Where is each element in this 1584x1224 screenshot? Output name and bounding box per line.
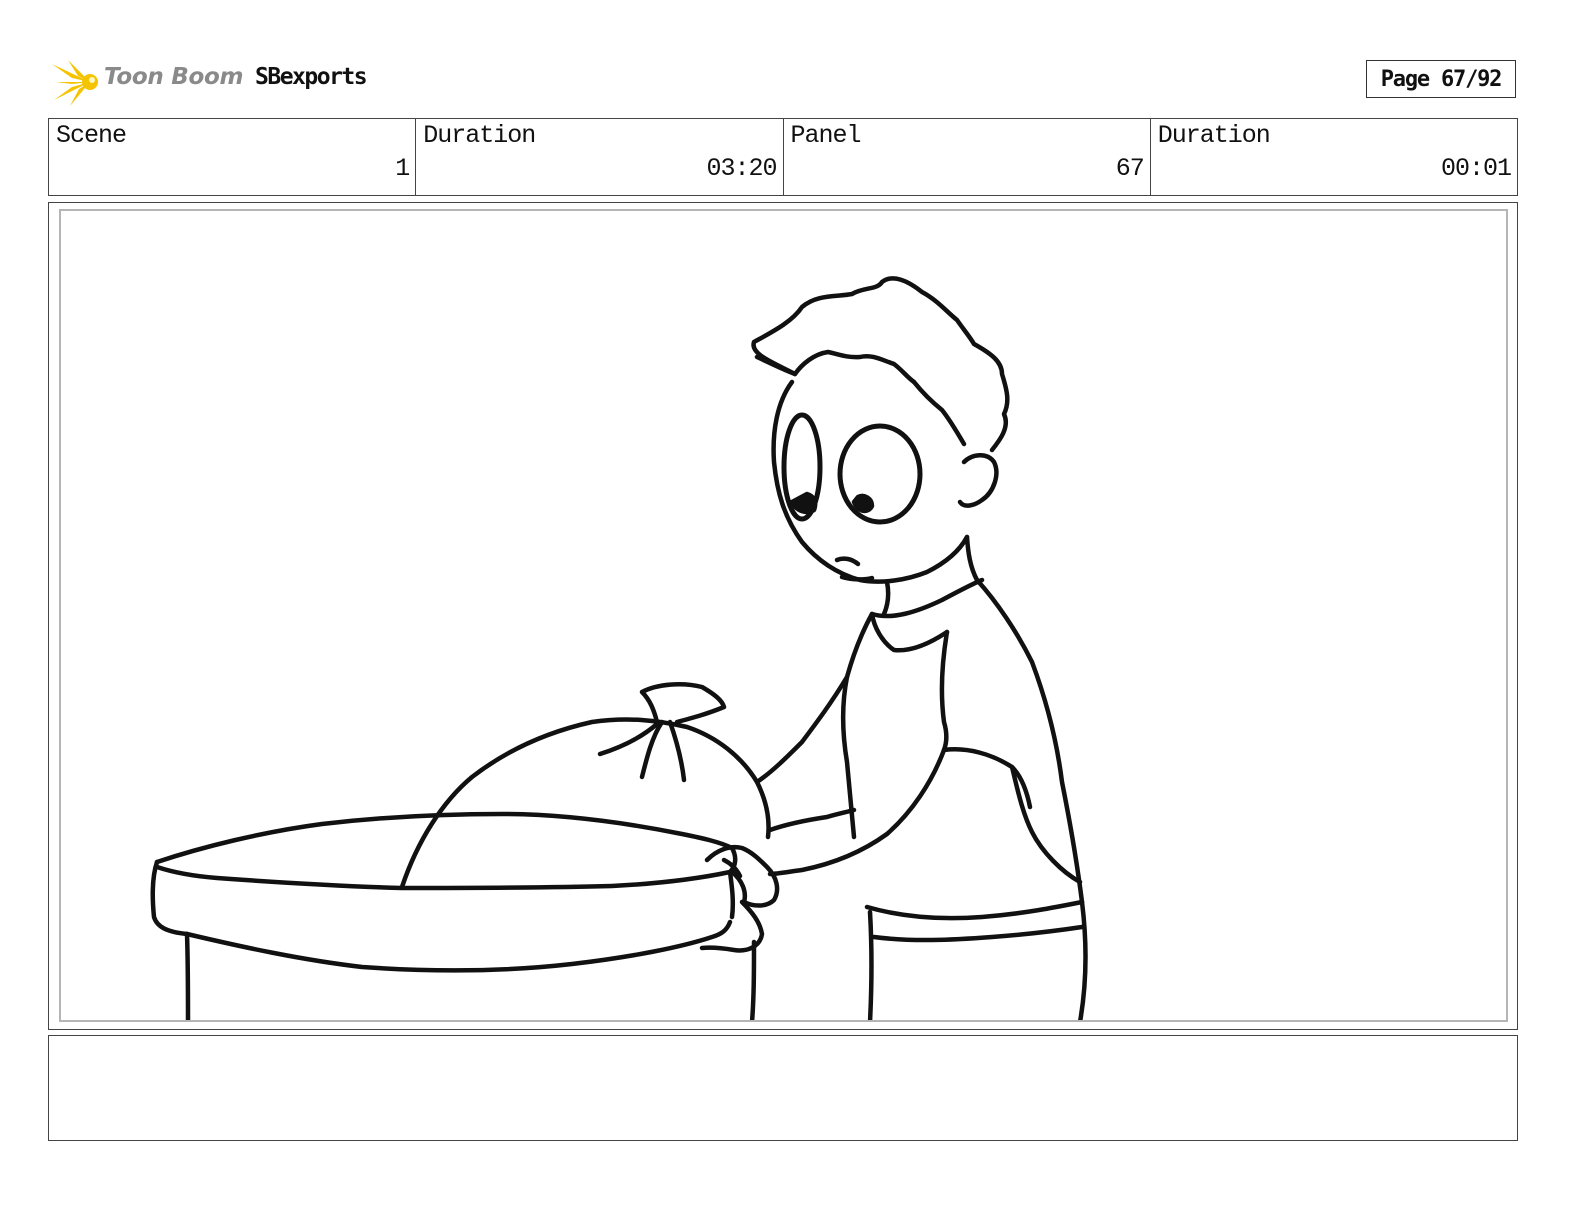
scene-duration-value: 03:20 <box>706 154 777 183</box>
notes-box <box>48 1035 1518 1141</box>
project-name: SBexports <box>255 64 368 90</box>
panel-label: Panel <box>790 121 862 150</box>
page-indicator: Page 67/92 <box>1366 60 1516 98</box>
storyboard-sketch-boy-trash-bag-icon <box>150 276 1088 1020</box>
scene-value: 1 <box>395 154 410 183</box>
panel-cell: Panel 67 <box>784 119 1151 195</box>
scene-label: Scene <box>56 121 127 150</box>
panel-value: 67 <box>1115 154 1145 183</box>
logo-text: Toon Boom <box>104 64 244 90</box>
panel-duration-cell: Duration 00:01 <box>1151 119 1517 195</box>
scene-duration-label: Duration <box>423 121 536 150</box>
scene-cell: Scene 1 <box>49 119 417 195</box>
panel-duration-value: 00:01 <box>1440 154 1512 183</box>
panel-image <box>59 209 1508 1022</box>
panel-duration-label: Duration <box>1157 121 1271 150</box>
scene-duration-cell: Duration 03:20 <box>416 119 784 195</box>
info-bar: Scene 1 Duration 03:20 Panel 67 Duration… <box>48 118 1518 196</box>
